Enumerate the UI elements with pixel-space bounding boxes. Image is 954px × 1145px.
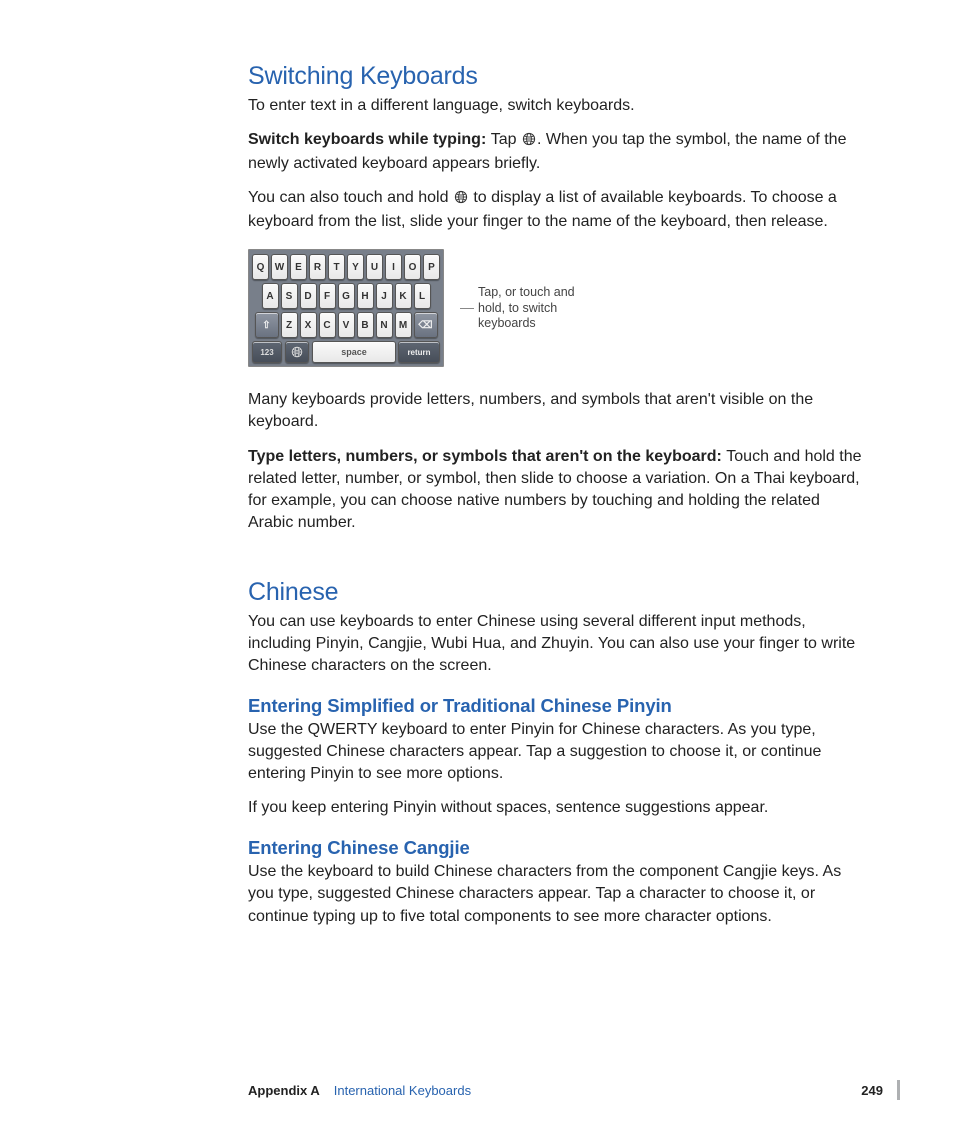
callout-text: Tap, or touch and hold, to switch keyboa… (478, 285, 588, 332)
keyboard-row-4: 123 space return (252, 341, 440, 363)
heading-switching: Switching Keyboards (248, 62, 864, 91)
footer-appendix: Appendix A (248, 1083, 320, 1098)
key-h[interactable]: H (357, 283, 374, 309)
key-m[interactable]: M (395, 312, 412, 338)
key-g[interactable]: G (338, 283, 355, 309)
keyboard-callout: Tap, or touch and hold, to switch keyboa… (460, 285, 588, 332)
page-footer: Appendix A International Keyboards 249 (248, 1080, 900, 1100)
key-x[interactable]: X (300, 312, 317, 338)
p-switch-while-typing: Switch keyboards while typing: Tap . Whe… (248, 129, 864, 175)
heading-chinese: Chinese (248, 578, 864, 607)
keyboard-figure: Q W E R T Y U I O P A S D F G H J K L (248, 249, 864, 367)
key-backspace[interactable]: ⌫ (414, 312, 438, 338)
p-pinyin-2: If you keep entering Pinyin without spac… (248, 797, 864, 819)
text-touchhold-a: You can also touch and hold (248, 189, 453, 206)
keyboard-row-3: ⇧ Z X C V B N M ⌫ (252, 312, 440, 338)
key-123[interactable]: 123 (252, 341, 282, 363)
p-chinese-intro: You can use keyboards to enter Chinese u… (248, 611, 864, 677)
subheading-cangjie: Entering Chinese Cangjie (248, 837, 864, 859)
p-switch-intro: To enter text in a different language, s… (248, 95, 864, 117)
p-cangjie: Use the keyboard to build Chinese charac… (248, 861, 864, 927)
key-y[interactable]: Y (347, 254, 364, 280)
key-t[interactable]: T (328, 254, 345, 280)
key-z[interactable]: Z (281, 312, 298, 338)
key-u[interactable]: U (366, 254, 383, 280)
key-l[interactable]: L (414, 283, 431, 309)
key-globe[interactable] (285, 341, 309, 363)
bold-lead-switch: Switch keyboards while typing: (248, 131, 491, 148)
key-space[interactable]: space (312, 341, 396, 363)
bold-lead-type: Type letters, numbers, or symbols that a… (248, 448, 726, 465)
key-f[interactable]: F (319, 283, 336, 309)
globe-icon (522, 131, 536, 153)
keyboard-row-1: Q W E R T Y U I O P (252, 254, 440, 280)
key-s[interactable]: S (281, 283, 298, 309)
p-touch-hold: You can also touch and hold to display a… (248, 187, 864, 233)
key-e[interactable]: E (290, 254, 307, 280)
p-pinyin-1: Use the QWERTY keyboard to enter Pinyin … (248, 719, 864, 785)
key-return[interactable]: return (398, 341, 440, 363)
p-many-keyboards: Many keyboards provide letters, numbers,… (248, 389, 864, 433)
key-d[interactable]: D (300, 283, 317, 309)
key-q[interactable]: Q (252, 254, 269, 280)
subheading-pinyin: Entering Simplified or Traditional Chine… (248, 695, 864, 717)
footer-title: International Keyboards (334, 1083, 471, 1098)
keyboard-row-2: A S D F G H J K L (252, 283, 440, 309)
key-p[interactable]: P (423, 254, 440, 280)
key-k[interactable]: K (395, 283, 412, 309)
key-w[interactable]: W (271, 254, 288, 280)
key-shift[interactable]: ⇧ (255, 312, 279, 338)
text-tap: Tap (491, 131, 521, 148)
callout-line (460, 308, 474, 309)
key-n[interactable]: N (376, 312, 393, 338)
key-j[interactable]: J (376, 283, 393, 309)
globe-icon (454, 189, 468, 211)
key-r[interactable]: R (309, 254, 326, 280)
key-c[interactable]: C (319, 312, 336, 338)
p-type-symbols: Type letters, numbers, or symbols that a… (248, 446, 864, 534)
key-b[interactable]: B (357, 312, 374, 338)
key-i[interactable]: I (385, 254, 402, 280)
key-a[interactable]: A (262, 283, 279, 309)
key-v[interactable]: V (338, 312, 355, 338)
key-o[interactable]: O (404, 254, 421, 280)
footer-page-number: 249 (861, 1083, 883, 1098)
onscreen-keyboard: Q W E R T Y U I O P A S D F G H J K L (248, 249, 444, 367)
